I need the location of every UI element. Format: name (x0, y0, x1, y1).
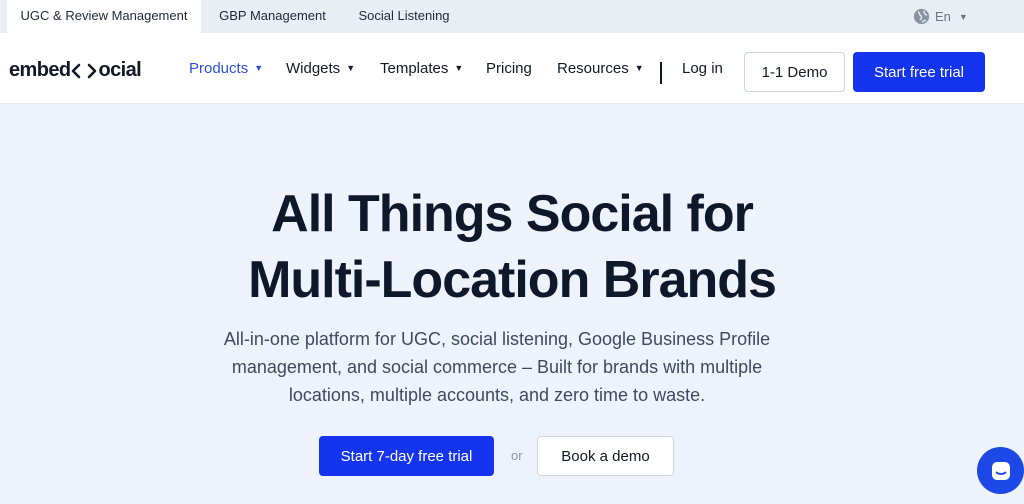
logo-text-right: ocial (98, 59, 142, 81)
login-link[interactable]: Log in (682, 33, 723, 104)
nav-pricing[interactable]: Pricing (486, 33, 532, 104)
tab-gbp-management[interactable]: GBP Management (201, 0, 344, 33)
hero-subtitle: All-in-one platform for UGC, social list… (223, 329, 771, 405)
chevron-down-icon: ▼ (958, 11, 968, 22)
nav-templates-label: Templates (380, 60, 449, 77)
nav-widgets[interactable]: Widgets ▼ (286, 33, 355, 104)
product-switcher-bar: UGC & Review Management GBP Management S… (0, 0, 1024, 33)
globe-icon (913, 8, 930, 25)
language-selector[interactable]: En ▼ (913, 0, 968, 33)
embedsocial-logo[interactable]: embed ocial (9, 59, 142, 82)
nav-products-label: Products (189, 60, 249, 77)
nav-templates[interactable]: Templates ▼ (380, 33, 463, 104)
language-label: En (935, 9, 951, 24)
nav-widgets-label: Widgets (286, 60, 341, 77)
chevron-down-icon: ▼ (254, 63, 264, 73)
tab-ugc-review[interactable]: UGC & Review Management (7, 0, 201, 33)
chat-launcher[interactable] (977, 447, 1024, 494)
demo-button[interactable]: 1-1 Demo (744, 52, 845, 92)
hero-title-line-2: Multi-Location Brands (248, 251, 777, 309)
logo-text-left: embed (9, 59, 71, 81)
hero-title-line-1: All Things Social for (271, 185, 754, 243)
logo-brackets-icon (72, 63, 97, 78)
start-free-trial-button[interactable]: Start free trial (853, 52, 985, 92)
book-demo-button[interactable]: Book a demo (537, 436, 674, 476)
nav-products[interactable]: Products ▼ (189, 33, 263, 104)
nav-resources-label: Resources (557, 60, 629, 77)
chevron-down-icon: ▼ (634, 63, 644, 73)
or-separator: or (511, 448, 523, 463)
login-label: Log in (682, 60, 723, 77)
chevron-down-icon: ▼ (454, 63, 464, 73)
nav-pricing-label: Pricing (486, 60, 532, 77)
tab-social-listening[interactable]: Social Listening (344, 0, 464, 33)
start-7-day-trial-button[interactable]: Start 7-day free trial (319, 436, 494, 476)
nav-resources[interactable]: Resources ▼ (557, 33, 644, 104)
chevron-down-icon: ▼ (346, 63, 356, 73)
nav-divider (660, 62, 662, 84)
main-navigation: embed ocial Products ▼ Widgets ▼ Templat… (0, 33, 1024, 104)
chat-icon (991, 461, 1010, 480)
